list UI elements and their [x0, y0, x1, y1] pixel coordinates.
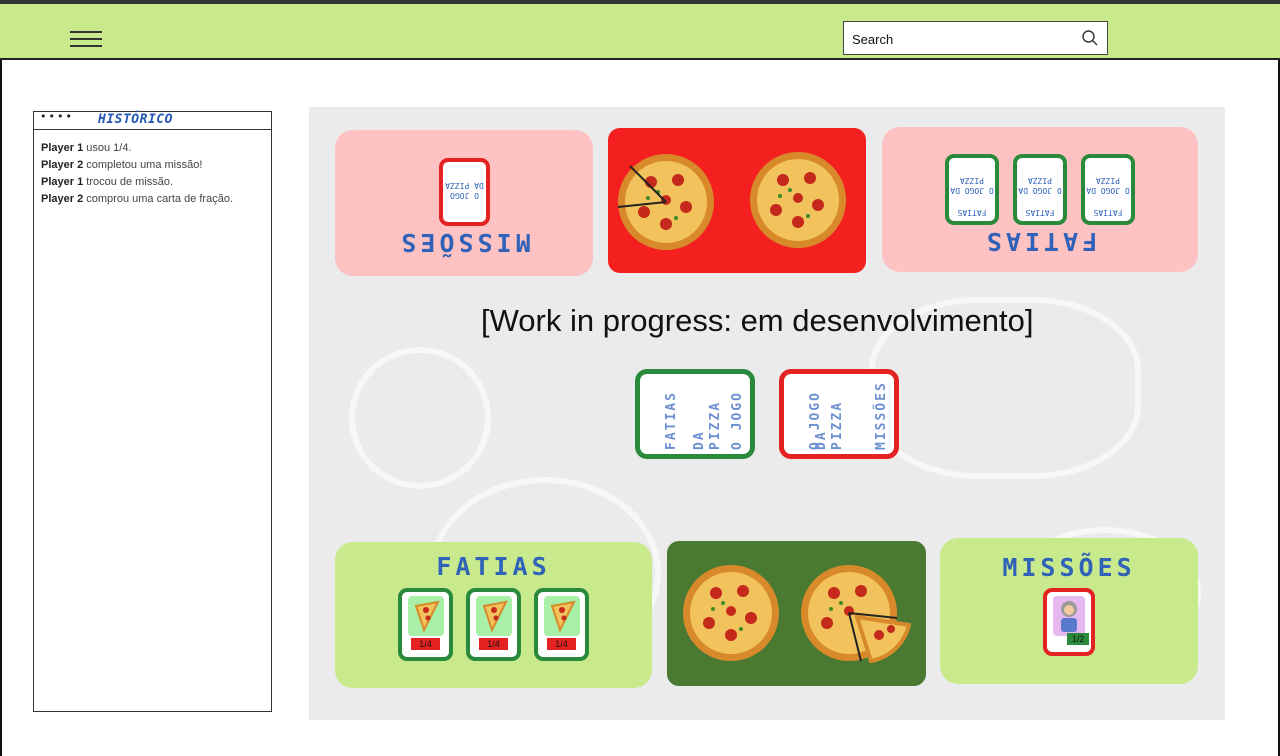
- wip-message: [Work in progress: em desenvolvimento]: [481, 303, 1034, 338]
- player-slice-card[interactable]: 1/4: [398, 588, 453, 661]
- player-slices-title: FATIAS: [436, 552, 551, 581]
- opponent-pizza-tray: [608, 128, 866, 273]
- opponent-missions-panel: MISSÕES O JOGO DA PIZZA: [335, 130, 593, 276]
- player-mission-card[interactable]: 1/2: [1043, 588, 1095, 656]
- pizza-slice-icon: [476, 596, 512, 636]
- deck-line: O JOGO: [808, 391, 823, 450]
- pizza-slice-icon: [544, 596, 580, 636]
- opponent-slice-card[interactable]: FATIAS O JOGO DA PIZZA: [1081, 154, 1135, 225]
- opponent-slice-card[interactable]: FATIAS O JOGO DA PIZZA: [1013, 154, 1067, 225]
- background-doodle: [349, 347, 491, 489]
- missions-deck[interactable]: MISSÕES DA PIZZA O JOGO: [779, 369, 899, 459]
- card-back-label: O JOGO DA PIZZA: [1086, 176, 1130, 195]
- player-missions-panel: MISSÕES 1/2: [940, 538, 1198, 684]
- history-entry: Player 2 completou uma missão!: [41, 159, 203, 171]
- card-back-label: O JOGO DA PIZZA: [445, 181, 484, 200]
- opponent-slice-card[interactable]: FATIAS O JOGO DA PIZZA: [945, 154, 999, 225]
- frame-left: [0, 60, 2, 756]
- game-board: MISSÕES O JOGO DA PIZZA FATIAS FATIAS O …: [309, 107, 1225, 720]
- deck-line: O JOGO: [730, 391, 745, 450]
- hamburger-icon[interactable]: [70, 28, 102, 50]
- opponent-missions-title: MISSÕES: [397, 228, 531, 257]
- pizza-icon: [617, 154, 714, 250]
- history-entry: Player 2 comprou uma carta de fração.: [41, 193, 233, 205]
- pizza-slice-icon: [408, 596, 444, 636]
- deck-line: MISSÕES: [874, 381, 889, 450]
- history-panel: •••• HISTÓRICO Player 1 usou 1/4. Player…: [33, 110, 272, 712]
- player-pizza-tray: [667, 541, 926, 686]
- fraction-badge: 1/4: [547, 638, 576, 650]
- card-label: FATIAS: [957, 208, 987, 217]
- history-dots: ••••: [40, 110, 74, 123]
- player-slices-panel: FATIAS 1/4 1/4 1/4: [335, 542, 652, 688]
- opponent-slices-title: FATIAS: [982, 227, 1098, 256]
- history-entry: Player 1 trocou de missão.: [41, 176, 174, 188]
- magnifier-icon[interactable]: [1081, 29, 1099, 47]
- opponent-slices-panel: FATIAS FATIAS O JOGO DA PIZZA FATIAS O J…: [882, 127, 1198, 272]
- player-slice-card[interactable]: 1/4: [466, 588, 521, 661]
- search-input[interactable]: [850, 26, 1079, 52]
- card-label: FATIAS: [1025, 208, 1055, 217]
- card-label: FATIAS: [1093, 208, 1123, 217]
- deck-line: FATIAS: [664, 391, 679, 450]
- top-bar: [0, 0, 1280, 60]
- history-title: HISTÓRICO: [98, 112, 173, 127]
- history-list: Player 1 usou 1/4. Player 2 completou um…: [41, 140, 271, 208]
- slices-deck[interactable]: O JOGO DA PIZZA FATIAS: [635, 369, 755, 459]
- player-missions-title: MISSÕES: [1002, 553, 1136, 582]
- pizza-icon: [683, 565, 779, 661]
- card-back-label: O JOGO DA PIZZA: [950, 176, 994, 195]
- player-slice-card[interactable]: 1/4: [534, 588, 589, 661]
- card-back-label: O JOGO DA PIZZA: [1018, 176, 1062, 195]
- fraction-badge: 1/4: [479, 638, 508, 650]
- pizza-icon: [750, 152, 846, 248]
- fraction-badge: 1/2: [1067, 633, 1089, 645]
- pizza-icon: [801, 565, 911, 663]
- mission-character-icon: [1053, 596, 1085, 636]
- search-box[interactable]: [843, 21, 1108, 55]
- opponent-mission-card[interactable]: O JOGO DA PIZZA: [439, 158, 490, 226]
- history-header: •••• HISTÓRICO: [34, 110, 271, 130]
- deck-line: DA PIZZA: [692, 400, 723, 450]
- fraction-badge: 1/4: [411, 638, 440, 650]
- history-entry: Player 1 usou 1/4.: [41, 142, 132, 154]
